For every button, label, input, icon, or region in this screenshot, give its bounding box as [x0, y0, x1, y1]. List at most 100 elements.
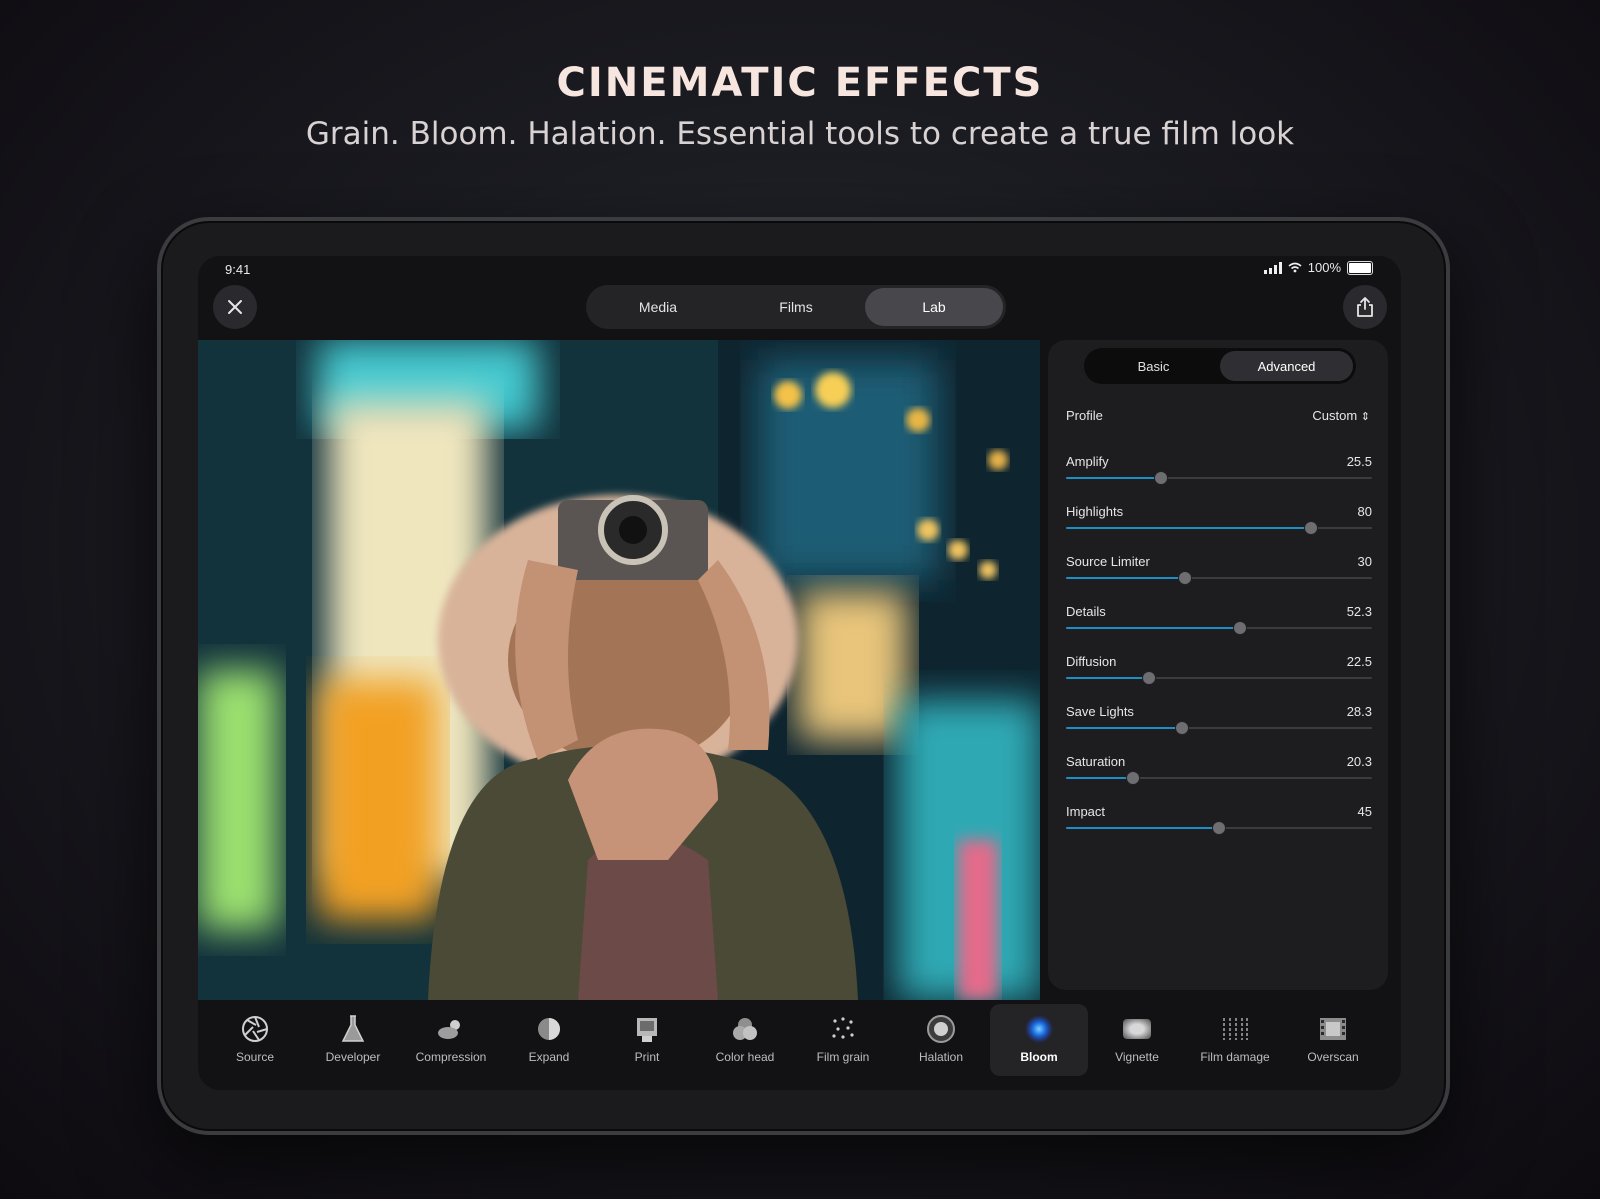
tab-media[interactable]: Media — [589, 288, 727, 326]
tool-vignette[interactable]: Vignette — [1088, 1004, 1186, 1076]
profile-label: Profile — [1066, 408, 1103, 423]
slider-label: Details — [1066, 604, 1106, 619]
profile-select[interactable]: Custom ⇕ — [1312, 408, 1370, 423]
tool-film-damage[interactable]: Film damage — [1186, 1004, 1284, 1076]
profile-value: Custom — [1312, 408, 1358, 423]
slider-thumb[interactable] — [1179, 572, 1192, 584]
photo-preview[interactable] — [198, 340, 1040, 1000]
tool-source[interactable]: Source — [206, 1004, 304, 1076]
slider-label: Saturation — [1066, 754, 1126, 769]
slider-track[interactable] — [1066, 722, 1372, 734]
slider-track[interactable] — [1066, 772, 1372, 784]
photo-image — [198, 340, 1040, 1000]
top-tab-bar: Media Films Lab — [586, 285, 1006, 329]
tool-label: Halation — [918, 1050, 964, 1064]
app-screen: 9:41 100% Media Films Lab Basic Advanced… — [198, 256, 1401, 1090]
tool-label: Developer — [325, 1050, 381, 1064]
slider-thumb[interactable] — [1304, 522, 1317, 534]
adjustments-panel: Basic Advanced Profile Custom ⇕ Amplify … — [1048, 340, 1388, 990]
tool-label: Overscan — [1307, 1050, 1359, 1064]
dots-icon — [827, 1014, 859, 1044]
slider-track[interactable] — [1066, 522, 1372, 534]
tool-label: Color head — [715, 1050, 775, 1064]
slider-value: 20.3 — [1346, 754, 1372, 769]
profile-row[interactable]: Profile Custom ⇕ — [1066, 408, 1370, 423]
tool-label: Bloom — [1020, 1050, 1058, 1064]
close-icon — [228, 300, 242, 314]
panel-mode-switch: Basic Advanced — [1084, 348, 1356, 384]
battery-icon — [1347, 260, 1373, 275]
tool-label: Print — [634, 1050, 660, 1064]
slider-label: Amplify — [1066, 454, 1109, 469]
slider-thumb[interactable] — [1176, 722, 1189, 734]
print-icon — [631, 1014, 663, 1044]
slider-value: 30 — [1357, 554, 1372, 569]
promo-subline: Grain. Bloom. Halation. Essential tools … — [305, 116, 1295, 152]
tool-overscan[interactable]: Overscan — [1284, 1004, 1382, 1076]
tool-color-head[interactable]: Color head — [696, 1004, 794, 1076]
tool-print[interactable]: Print — [598, 1004, 696, 1076]
slider-track[interactable] — [1066, 672, 1372, 684]
cloud-sun-icon — [435, 1014, 467, 1044]
glow-icon — [1023, 1014, 1055, 1044]
tab-films[interactable]: Films — [727, 288, 865, 326]
slider-diffusion[interactable]: Diffusion 22.5 — [1066, 654, 1372, 694]
slider-value: 25.5 — [1346, 454, 1372, 469]
slider-saturation[interactable]: Saturation 20.3 — [1066, 754, 1372, 794]
battery-percent: 100% — [1307, 260, 1341, 275]
tool-label: Film grain — [816, 1050, 870, 1064]
slider-source-limiter[interactable]: Source Limiter 30 — [1066, 554, 1372, 594]
slider-thumb[interactable] — [1234, 622, 1247, 634]
slider-track[interactable] — [1066, 572, 1372, 584]
halo-icon — [925, 1014, 957, 1044]
tool-label: Expand — [528, 1050, 570, 1064]
slider-highlights[interactable]: Highlights 80 — [1066, 504, 1372, 544]
tool-compression[interactable]: Compression — [402, 1004, 500, 1076]
slider-value: 28.3 — [1346, 704, 1372, 719]
slider-track[interactable] — [1066, 472, 1372, 484]
scratches-icon — [1219, 1014, 1251, 1044]
slider-thumb[interactable] — [1154, 472, 1167, 484]
effects-toolbar: Source Developer Compression Expand Prin… — [206, 1004, 1394, 1080]
slider-thumb[interactable] — [1142, 672, 1155, 684]
promo-headline: CINEMATIC EFFECTS — [556, 60, 1044, 106]
status-indicators: 100% — [1263, 260, 1373, 275]
slider-value: 22.5 — [1346, 654, 1372, 669]
updown-chevron-icon: ⇕ — [1360, 411, 1370, 423]
close-button[interactable] — [213, 285, 257, 329]
vignette-icon — [1121, 1014, 1153, 1044]
slider-value: 80 — [1357, 504, 1372, 519]
tool-label: Source — [235, 1050, 275, 1064]
tool-label: Vignette — [1115, 1050, 1159, 1064]
slider-save-lights[interactable]: Save Lights 28.3 — [1066, 704, 1372, 744]
share-button[interactable] — [1343, 285, 1387, 329]
slider-thumb[interactable] — [1127, 772, 1140, 784]
wifi-icon — [1288, 262, 1302, 273]
slider-impact[interactable]: Impact 45 — [1066, 804, 1372, 844]
tool-label: Film damage — [1200, 1050, 1270, 1064]
color-circles-icon — [729, 1014, 761, 1044]
slider-thumb[interactable] — [1213, 822, 1225, 834]
slider-label: Impact — [1066, 804, 1106, 819]
slider-value: 52.3 — [1346, 604, 1372, 619]
tool-developer[interactable]: Developer — [304, 1004, 402, 1076]
slider-label: Save Lights — [1066, 704, 1134, 719]
tab-lab[interactable]: Lab — [865, 288, 1003, 326]
tool-film-grain[interactable]: Film grain — [794, 1004, 892, 1076]
tool-label: Compression — [415, 1050, 487, 1064]
slider-details[interactable]: Details 52.3 — [1066, 604, 1372, 644]
slider-label: Highlights — [1066, 504, 1124, 519]
flask-icon — [337, 1014, 369, 1044]
film-strip-icon — [1317, 1014, 1349, 1044]
panel-tab-basic[interactable]: Basic — [1087, 351, 1220, 381]
tool-bloom[interactable]: Bloom — [990, 1004, 1088, 1076]
tool-halation[interactable]: Halation — [892, 1004, 990, 1076]
slider-track[interactable] — [1066, 822, 1372, 834]
panel-tab-advanced[interactable]: Advanced — [1220, 351, 1353, 381]
half-circle-icon — [533, 1014, 565, 1044]
slider-amplify[interactable]: Amplify 25.5 — [1066, 454, 1372, 494]
slider-track[interactable] — [1066, 622, 1372, 634]
slider-label: Diffusion — [1066, 654, 1117, 669]
status-time: 9:41 — [225, 262, 251, 277]
tool-expand[interactable]: Expand — [500, 1004, 598, 1076]
